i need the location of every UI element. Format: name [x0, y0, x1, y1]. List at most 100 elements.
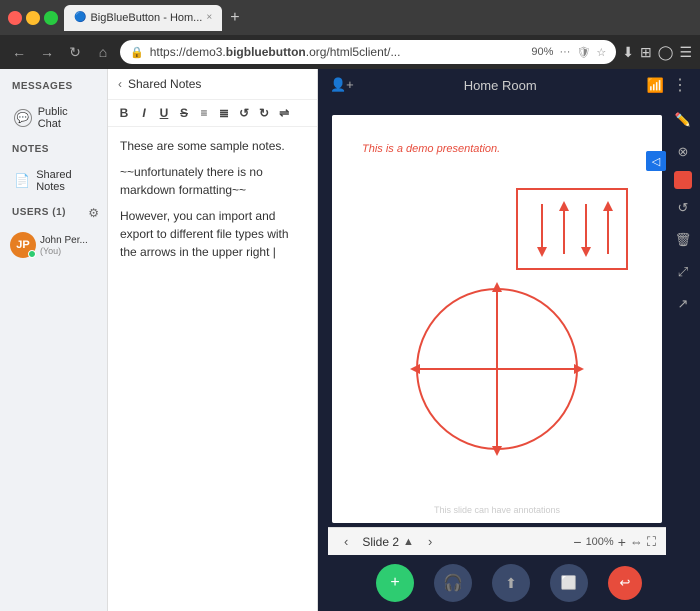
slide-number-up-button[interactable]: ▲	[403, 536, 414, 548]
notes-line-3: However, you can import and export to di…	[120, 207, 305, 261]
star-icon: ☆	[596, 46, 606, 59]
room-title: Home Room	[354, 78, 647, 93]
extensions-icon[interactable]: ⊞	[640, 44, 652, 61]
shield-icon: 🛡	[576, 46, 590, 59]
slide-number-label: Slide 2	[362, 535, 399, 549]
online-indicator	[28, 250, 36, 258]
slide-canvas[interactable]: This is a demo presentation.	[332, 115, 662, 523]
lock-icon: 🔒	[130, 46, 144, 59]
notes-line-2: ~~unfortunately there is no markdown for…	[120, 163, 305, 199]
public-chat-label: Public Chat	[38, 106, 93, 130]
camera-button[interactable]: ⬜	[550, 564, 588, 602]
notes-toolbar: B I U S ≡ ≣ ↺ ↻ ⇌	[108, 100, 317, 127]
notes-header: ‹ Shared Notes	[108, 69, 317, 100]
maximize-window-button[interactable]	[44, 11, 58, 25]
gear-icon[interactable]: ⚙	[88, 206, 99, 220]
next-slide-button[interactable]: ›	[422, 532, 438, 551]
unordered-list-button[interactable]: ≣	[216, 104, 232, 122]
slide-indicator: Slide 2 ▲	[362, 535, 414, 549]
chat-icon: 💬	[14, 109, 32, 127]
clear-button[interactable]: 🗑	[670, 227, 696, 253]
notes-icon: 📄	[14, 173, 30, 189]
zoom-out-button[interactable]: −	[573, 534, 581, 550]
home-button[interactable]: ⌂	[92, 44, 114, 60]
notes-panel-title: Shared Notes	[128, 77, 201, 91]
audio-button[interactable]: 🎧	[434, 564, 472, 602]
expand-button[interactable]: ◁	[646, 151, 666, 171]
browser-toolbar-icons: ⬇ ⊞ ◯ ☰	[622, 44, 692, 61]
minimize-window-button[interactable]	[26, 11, 40, 25]
slide-controls: ‹ Slide 2 ▲ › − 100% + ⇔ ⛶	[328, 527, 666, 555]
zoom-level-text: 100%	[586, 536, 614, 548]
fullscreen-button[interactable]: ⛶	[647, 534, 656, 550]
back-icon[interactable]: ‹	[118, 77, 122, 91]
user-info: John Per... (You)	[40, 235, 88, 256]
italic-button[interactable]: I	[136, 104, 152, 122]
slide-main: This is a demo presentation.	[318, 101, 666, 555]
signal-icon: 📶	[647, 77, 664, 94]
eraser-tool-button[interactable]: ⊗	[670, 139, 696, 165]
prev-slide-button[interactable]: ‹	[338, 532, 354, 551]
download-icon[interactable]: ⬇	[622, 44, 634, 61]
tab-favicon-icon: 🔵	[74, 12, 86, 23]
notes-panel: ‹ Shared Notes B I U S ≡ ≣ ↺ ↻ ⇌ These a…	[108, 69, 318, 611]
strikethrough-button[interactable]: S	[176, 104, 192, 122]
slide-container: ◁ This is a demo presentation.	[318, 101, 700, 555]
back-button[interactable]: ←	[8, 44, 30, 60]
slide-svg	[332, 115, 662, 523]
drawing-undo-button[interactable]: ↺	[670, 195, 696, 221]
tab-close-button[interactable]: ×	[206, 12, 212, 23]
user-list-item: JP John Per... (You)	[8, 228, 99, 262]
address-bar-row: ← → ↻ ⌂ 🔒 https://demo3.bigbluebutton.or…	[0, 35, 700, 69]
export-drawing-button[interactable]: ↗	[670, 291, 696, 317]
undo-button[interactable]: ↺	[236, 104, 252, 122]
address-bar[interactable]: 🔒 https://demo3.bigbluebutton.org/html5c…	[120, 40, 616, 64]
presentation-area: 👤+ Home Room 📶 ⋮ ◁ This is a demo presen…	[318, 69, 700, 611]
add-button[interactable]: +	[376, 564, 414, 602]
bold-button[interactable]: B	[116, 104, 132, 122]
end-session-button[interactable]: ↩	[608, 566, 642, 600]
share-screen-button[interactable]: ⬆	[492, 564, 530, 602]
slide-watermark: This slide can have annotations	[434, 505, 560, 515]
options-menu-button[interactable]: ⋮	[672, 75, 688, 95]
bottom-toolbar: + 🎧 ⬆ ⬜ ↩	[318, 555, 700, 611]
sidebar-item-public-chat[interactable]: 💬 Public Chat	[8, 102, 99, 134]
window-controls	[8, 11, 58, 25]
browser-tab[interactable]: 🔵 BigBlueButton - Hom... ×	[64, 5, 222, 31]
user-you-label: (You)	[40, 246, 88, 256]
drawing-tools: ✏️ ⊗ ↺ 🗑 ⤢ ↗	[666, 101, 700, 555]
forward-button[interactable]: →	[36, 44, 58, 60]
presentation-header: 👤+ Home Room 📶 ⋮	[318, 69, 700, 101]
import-export-button[interactable]: ⇌	[276, 104, 292, 122]
refresh-button[interactable]: ↻	[64, 44, 86, 61]
shared-notes-label: Shared Notes	[36, 169, 93, 193]
tab-bar: 🔵 BigBlueButton - Hom... × +	[64, 5, 692, 31]
address-more-button[interactable]: ···	[559, 46, 570, 58]
avatar: JP	[10, 232, 36, 258]
color-swatch[interactable]	[674, 171, 692, 189]
users-row: USERS (1) ⚙	[8, 205, 99, 220]
header-icons-right: 📶 ⋮	[647, 75, 688, 95]
user-add-icon[interactable]: 👤+	[330, 77, 354, 93]
underline-button[interactable]: U	[156, 104, 172, 122]
main-layout: MESSAGES 💬 Public Chat NOTES 📄 Shared No…	[0, 69, 700, 611]
new-tab-button[interactable]: +	[226, 9, 243, 27]
ordered-list-button[interactable]: ≡	[196, 104, 212, 122]
fit-width-button[interactable]: ⇔	[630, 534, 643, 549]
user-name: John Per...	[40, 235, 88, 246]
users-section-title: USERS (1)	[8, 205, 70, 220]
notes-line-1: These are some sample notes.	[120, 137, 305, 155]
account-icon[interactable]: ◯	[658, 44, 674, 61]
tab-title: BigBlueButton - Hom...	[90, 12, 202, 24]
pencil-tool-button[interactable]: ✏️	[670, 107, 696, 133]
settings-icon[interactable]: ☰	[679, 44, 692, 61]
sidebar-item-shared-notes[interactable]: 📄 Shared Notes	[8, 165, 99, 197]
notes-section-title: NOTES	[8, 142, 99, 157]
zoom-in-button[interactable]: +	[618, 534, 626, 550]
redo-button[interactable]: ↻	[256, 104, 272, 122]
browser-chrome: 🔵 BigBlueButton - Hom... × +	[0, 0, 700, 35]
zoom-level: 90%	[531, 46, 553, 58]
annotations-button[interactable]: ⤢	[670, 259, 696, 285]
notes-content: These are some sample notes. ~~unfortuna…	[108, 127, 317, 611]
close-window-button[interactable]	[8, 11, 22, 25]
